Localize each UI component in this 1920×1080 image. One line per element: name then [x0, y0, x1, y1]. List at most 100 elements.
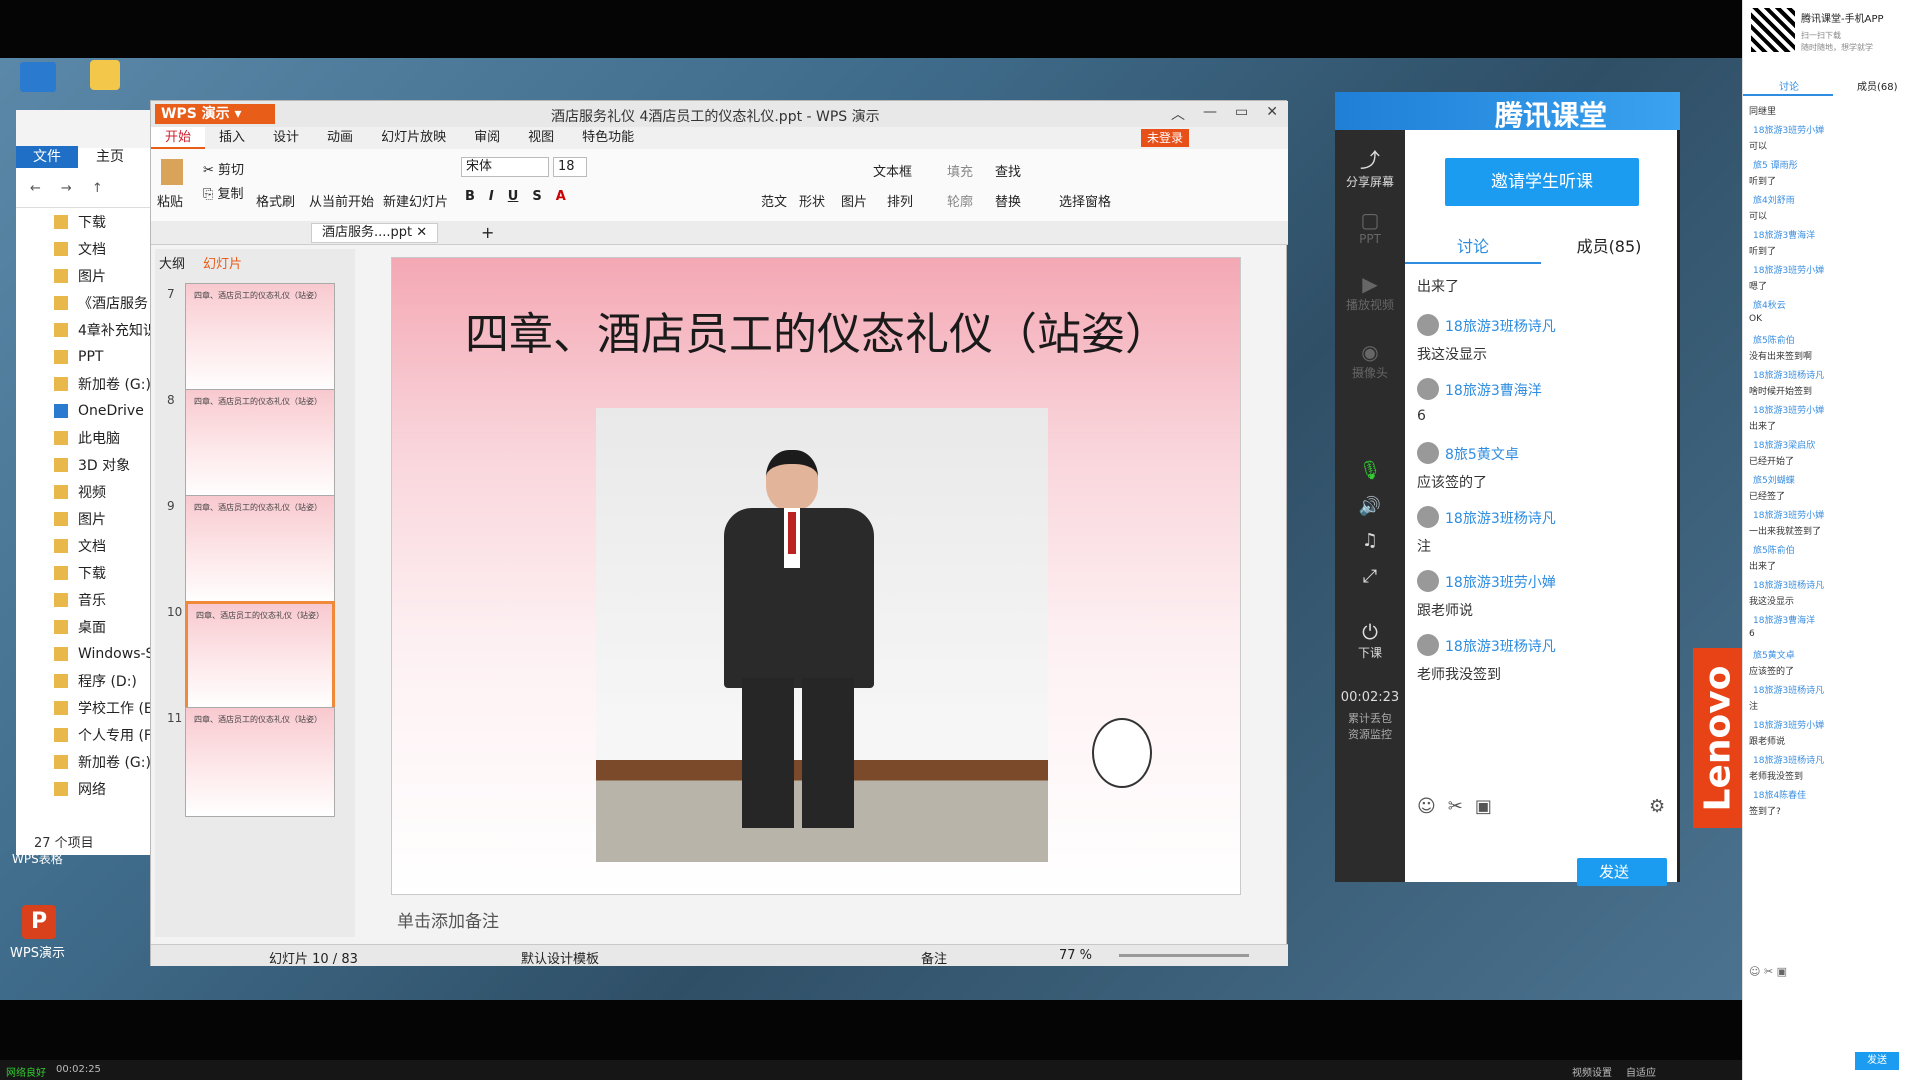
fullscreen-icon[interactable]: ⤢	[1335, 566, 1405, 587]
menu-item[interactable]: 审阅	[460, 127, 514, 149]
explorer-item[interactable]: 3D 对象	[16, 451, 155, 478]
back-arrow-icon[interactable]: ←	[30, 181, 41, 196]
folder-desktop-icon[interactable]	[90, 60, 120, 90]
slides-tab[interactable]: 幻灯片	[203, 253, 242, 272]
collapse-icon[interactable]: ︿	[1171, 104, 1185, 124]
standing-man-photo[interactable]	[596, 408, 1048, 862]
message-author[interactable]: 8旅5黄文卓	[1445, 444, 1519, 464]
textbox-button[interactable]: 文本框	[873, 161, 912, 180]
video-settings-button[interactable]: 视频设置	[1572, 1064, 1612, 1079]
music-icon[interactable]: ♫	[1335, 530, 1405, 551]
menu-item[interactable]: 开始	[151, 127, 206, 149]
message-author[interactable]: 18旅游3班杨诗凡	[1445, 316, 1556, 336]
mobile-message-author[interactable]: 旅5黄文卓	[1753, 648, 1795, 661]
explorer-item[interactable]: 下载	[16, 559, 155, 586]
camera-button[interactable]: ◉ 摄像头	[1335, 340, 1405, 381]
minimize-icon[interactable]: —	[1203, 104, 1217, 124]
up-arrow-icon[interactable]: ↑	[92, 181, 103, 196]
italic-icon[interactable]: I	[489, 189, 494, 204]
mobile-message-author[interactable]: 18旅游3班杨诗凡	[1753, 368, 1824, 381]
mobile-message-author[interactable]: 旅5刘蝴蝶	[1753, 473, 1795, 486]
explorer-item[interactable]: 音乐	[16, 586, 155, 613]
end-class-button[interactable]: ⏻ 下课	[1335, 620, 1405, 661]
slide-thumbnail[interactable]: 四章、酒店员工的仪态礼仪（站姿）	[185, 601, 335, 711]
slide-title[interactable]: 四章、酒店员工的仪态礼仪（站姿）	[392, 298, 1242, 362]
explorer-item[interactable]: 桌面	[16, 613, 155, 640]
zoom-slider[interactable]	[1119, 954, 1249, 957]
paste-icon[interactable]	[161, 159, 183, 185]
menu-item[interactable]: 动画	[313, 127, 367, 149]
wps-presentation-icon[interactable]: P	[22, 905, 56, 939]
explorer-item[interactable]: 新加卷 (G:)	[16, 748, 155, 775]
explorer-item[interactable]: 文档	[16, 235, 155, 262]
explorer-item[interactable]: 下载	[16, 208, 155, 235]
explorer-item[interactable]: 网络	[16, 775, 155, 802]
mobile-message-author[interactable]: 18旅游3班劳小婵	[1753, 718, 1824, 731]
play-video-button[interactable]: ▶ 播放视频	[1335, 272, 1405, 313]
tab-members[interactable]: 成员(85)	[1541, 230, 1677, 264]
menu-item[interactable]: 特色功能	[568, 127, 648, 149]
mobile-message-author[interactable]: 18旅游3班杨诗凡	[1753, 578, 1824, 591]
mobile-message-author[interactable]: 旅5 谭雨彤	[1753, 158, 1798, 171]
mobile-message-author[interactable]: 18旅4陈春佳	[1753, 788, 1806, 801]
cut-button[interactable]: ✂ 剪切	[203, 159, 244, 178]
underline-icon[interactable]: U	[508, 189, 519, 204]
slide-thumbnail[interactable]: 四章、酒店员工的仪态礼仪（站姿）	[185, 707, 335, 817]
explorer-tab-file[interactable]: 文件	[16, 146, 78, 168]
message-author[interactable]: 18旅游3班劳小婵	[1445, 572, 1556, 592]
template-button[interactable]: 范文	[761, 191, 787, 210]
message-author[interactable]: 18旅游3曹海洋	[1445, 380, 1542, 400]
mobile-message-author[interactable]: 18旅游3班杨诗凡	[1753, 753, 1824, 766]
new-slide-button[interactable]: 新建幻灯片	[383, 191, 448, 210]
wps-app-menu[interactable]: WPS 演示 ▾	[155, 104, 275, 124]
ppt-button[interactable]: ▢ PPT	[1335, 208, 1405, 246]
font-color-icon[interactable]: A	[556, 189, 566, 204]
explorer-item[interactable]: 此电脑	[16, 424, 155, 451]
slide-thumbnail[interactable]: 四章、酒店员工的仪态礼仪（站姿）	[185, 495, 335, 605]
forward-arrow-icon[interactable]: →	[61, 181, 72, 196]
notes-toggle[interactable]: 备注	[921, 948, 947, 967]
explorer-item[interactable]: 程序 (D:)	[16, 667, 155, 694]
mobile-message-author[interactable]: 旅5陈俞伯	[1753, 543, 1795, 556]
mobile-message-author[interactable]: 18旅游3班劳小婵	[1753, 263, 1824, 276]
format-painter-button[interactable]: 格式刷	[256, 191, 295, 210]
slide-thumbnail[interactable]: 四章、酒店员工的仪态礼仪（站姿）	[185, 389, 335, 499]
picture-button[interactable]: 图片	[841, 191, 867, 210]
explorer-item[interactable]: 文档	[16, 532, 155, 559]
explorer-tab-home[interactable]: 主页	[96, 146, 124, 168]
explorer-item[interactable]: PPT	[16, 343, 155, 370]
bold-icon[interactable]: B	[465, 189, 475, 204]
explorer-item[interactable]: 4章补充知识	[16, 316, 155, 343]
mobile-message-author[interactable]: 18旅游3曹海洋	[1753, 613, 1815, 626]
notes-area[interactable]: 单击添加备注	[391, 901, 1271, 932]
scissors-icon[interactable]: ✂	[1448, 796, 1463, 817]
menu-item[interactable]: 设计	[259, 127, 313, 149]
mobile-send-button[interactable]: 发送	[1855, 1052, 1899, 1070]
outline-button[interactable]: 轮廓	[947, 191, 973, 210]
message-author[interactable]: 18旅游3班杨诗凡	[1445, 636, 1556, 656]
menu-item[interactable]: 插入	[205, 127, 259, 149]
computer-desktop-icon[interactable]	[20, 62, 56, 92]
paste-button[interactable]: 粘贴	[157, 191, 183, 210]
tab-discussion[interactable]: 讨论	[1405, 230, 1541, 264]
add-tab-icon[interactable]: +	[481, 223, 494, 242]
message-author[interactable]: 18旅游3班杨诗凡	[1445, 508, 1556, 528]
outline-tab[interactable]: 大纲	[159, 253, 185, 272]
explorer-item[interactable]: 《酒店服务	[16, 289, 155, 316]
strikethrough-icon[interactable]: S	[532, 189, 541, 204]
mobile-message-author[interactable]: 18旅游3班劳小婵	[1753, 508, 1824, 521]
from-current-button[interactable]: 从当前开始	[309, 191, 374, 210]
maximize-icon[interactable]: ▭	[1235, 104, 1248, 124]
mobile-message-author[interactable]: 旅4刘舒雨	[1753, 193, 1795, 206]
mobile-message-author[interactable]: 18旅游3班杨诗凡	[1753, 683, 1824, 696]
menu-item[interactable]: 视图	[514, 127, 568, 149]
doc-tab[interactable]: 酒店服务....ppt ✕	[311, 223, 439, 243]
explorer-item[interactable]: 新加卷 (G:)	[16, 370, 155, 397]
explorer-item[interactable]: OneDrive	[16, 397, 155, 424]
wps-shortcut-label[interactable]: WPS演示	[10, 942, 65, 961]
slide-thumbnail[interactable]: 四章、酒店员工的仪态礼仪（站姿）	[185, 283, 335, 393]
tab-discussion-mobile[interactable]: 讨论	[1779, 78, 1799, 93]
font-size-select[interactable]: 18	[553, 157, 587, 177]
login-badge[interactable]: 未登录	[1141, 129, 1190, 147]
find-button[interactable]: 查找	[995, 161, 1021, 180]
